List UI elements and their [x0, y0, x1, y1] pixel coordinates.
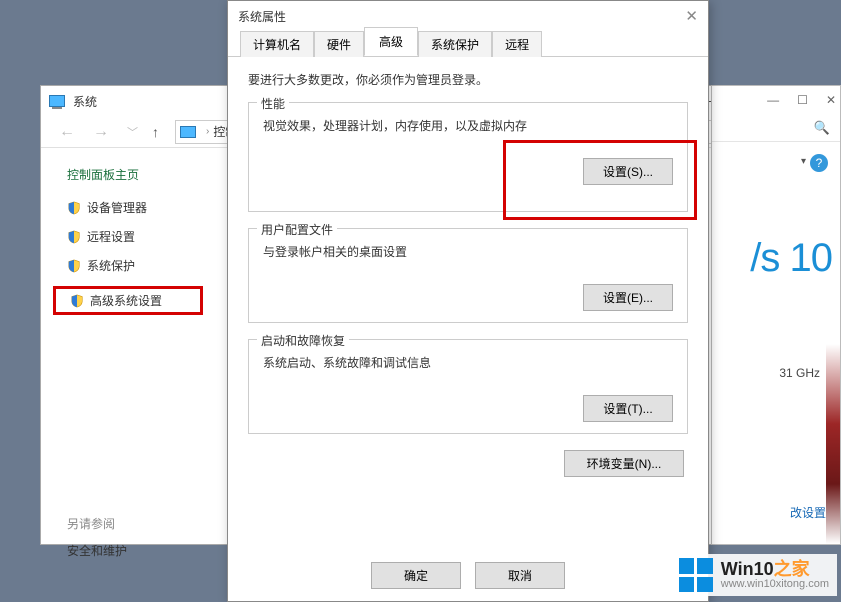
dialog-button-row: 确定 取消	[228, 562, 708, 589]
decorative-strip	[826, 344, 840, 544]
see-also-heading: 另请参阅	[67, 515, 213, 532]
group-title: 启动和故障恢复	[257, 332, 349, 349]
minimize-button[interactable]: —	[767, 93, 779, 107]
sidebar-item-system-protection[interactable]: 系统保护	[67, 257, 213, 274]
watermark: Win10之家 www.win10xitong.com	[671, 554, 837, 596]
tab-hardware[interactable]: 硬件	[314, 31, 364, 57]
sidebar-item-device-manager[interactable]: 设备管理器	[67, 199, 213, 216]
watermark-text: Win10之家 www.win10xitong.com	[721, 560, 829, 590]
tab-system-protection[interactable]: 系统保护	[418, 31, 492, 57]
tab-remote[interactable]: 远程	[492, 31, 542, 57]
env-row: 环境变量(N)...	[248, 450, 688, 477]
sidebar-item-label: 高级系统设置	[90, 292, 162, 309]
help-icon[interactable]: ?	[810, 154, 828, 172]
group-description: 与登录帐户相关的桌面设置	[263, 243, 673, 260]
windows-logo-icon	[679, 558, 713, 592]
see-also-link-security-maintenance[interactable]: 安全和维护	[67, 542, 213, 559]
os-brand-fragment: /s 10	[750, 236, 832, 281]
sidebar-item-label: 系统保护	[87, 257, 135, 274]
monitor-icon	[180, 126, 196, 138]
group-performance: 性能 视觉效果，处理器计划，内存使用，以及虚拟内存 设置(S)...	[248, 102, 688, 212]
highlight-advanced-system-settings: 高级系统设置	[53, 286, 203, 315]
tab-strip: 计算机名 硬件 高级 系统保护 远程	[228, 31, 708, 57]
chevron-right-icon: ›	[206, 126, 209, 137]
group-title: 性能	[257, 95, 289, 112]
group-title: 用户配置文件	[257, 221, 337, 238]
shield-icon	[67, 201, 81, 215]
bg-search-row: 🔍	[712, 114, 840, 142]
forward-button[interactable]: →	[89, 123, 113, 141]
dialog-body: 要进行大多数更改，你必须作为管理员登录。 性能 视觉效果，处理器计划，内存使用，…	[228, 57, 708, 491]
search-icon[interactable]: 🔍	[814, 120, 830, 136]
chevron-down-icon[interactable]: ▾	[801, 156, 806, 167]
shield-icon	[67, 230, 81, 244]
up-button[interactable]: ↑	[152, 124, 159, 140]
group-startup-recovery: 启动和故障恢复 系统启动、系统故障和调试信息 设置(T)...	[248, 339, 688, 434]
dialog-title: 系统属性	[238, 8, 286, 25]
admin-note: 要进行大多数更改，你必须作为管理员登录。	[248, 71, 688, 88]
group-user-profiles: 用户配置文件 与登录帐户相关的桌面设置 设置(E)...	[248, 228, 688, 323]
sidebar-item-advanced-system-settings[interactable]: 高级系统设置	[70, 292, 198, 309]
recent-dropdown[interactable]: ﹀	[123, 124, 142, 140]
ok-button[interactable]: 确定	[371, 562, 461, 589]
group-description: 视觉效果，处理器计划，内存使用，以及虚拟内存	[263, 117, 673, 134]
dialog-titlebar: 系统属性 ✕	[228, 1, 708, 31]
cancel-button[interactable]: 取消	[475, 562, 565, 589]
shield-icon	[70, 294, 84, 308]
background-partial-window: — ☐ ✕ 🔍 ▾ ? /s 10 31 GHz 改设置	[711, 85, 841, 545]
sidebar: 控制面板主页 设备管理器 远程设置 系统保护 高级系统设置 另请参阅 安全和维	[41, 148, 221, 544]
performance-settings-button[interactable]: 设置(S)...	[583, 158, 673, 185]
sidebar-heading[interactable]: 控制面板主页	[67, 166, 213, 183]
sidebar-item-label: 远程设置	[87, 228, 135, 245]
monitor-icon	[49, 95, 65, 107]
tab-advanced[interactable]: 高级	[364, 27, 418, 56]
close-icon[interactable]: ✕	[685, 7, 698, 25]
user-profiles-settings-button[interactable]: 设置(E)...	[583, 284, 673, 311]
bg-window-controls: — ☐ ✕	[712, 86, 840, 114]
cpu-speed-fragment: 31 GHz	[779, 366, 820, 380]
tab-computer-name[interactable]: 计算机名	[240, 31, 314, 57]
system-properties-dialog: 系统属性 ✕ 计算机名 硬件 高级 系统保护 远程 要进行大多数更改，你必须作为…	[227, 0, 709, 602]
startup-settings-button[interactable]: 设置(T)...	[583, 395, 673, 422]
change-settings-link[interactable]: 改设置	[790, 504, 826, 521]
back-button[interactable]: ←	[55, 123, 79, 141]
sidebar-item-label: 设备管理器	[87, 199, 147, 216]
environment-variables-button[interactable]: 环境变量(N)...	[564, 450, 684, 477]
watermark-brand: Win10之家	[721, 560, 829, 578]
watermark-brand-main: Win10	[721, 559, 774, 579]
watermark-url: www.win10xitong.com	[721, 578, 829, 590]
sidebar-item-remote-settings[interactable]: 远程设置	[67, 228, 213, 245]
group-description: 系统启动、系统故障和调试信息	[263, 354, 673, 371]
system-title: 系统	[73, 93, 97, 110]
maximize-button[interactable]: ☐	[797, 93, 808, 107]
close-button[interactable]: ✕	[826, 93, 836, 107]
watermark-brand-suffix: 之家	[774, 559, 810, 579]
shield-icon	[67, 259, 81, 273]
